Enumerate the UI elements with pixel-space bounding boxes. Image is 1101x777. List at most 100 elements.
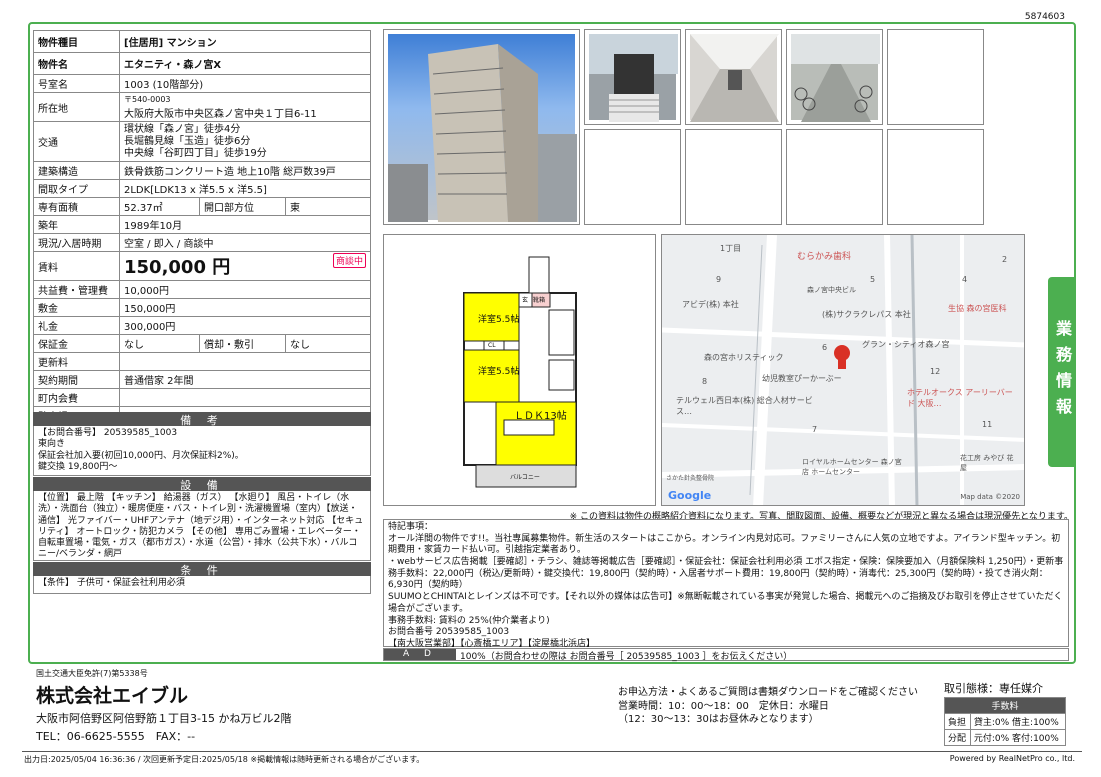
building-photo-image [388, 44, 577, 222]
commission-box: 取引態様：専任媒介 手数料 負担 貸主:0% 借主:100% 分配 元付:0% 客付… [944, 680, 1067, 746]
structure-label: 建築構造 [33, 161, 120, 180]
special-notes: 特記事項： オール洋間の物件です!!。当社専属募集物件。新生活のスタートはここか… [383, 519, 1069, 649]
status-value: 空室 / 即入 / 商談中 [119, 233, 371, 252]
address-value: 〒540-0003 大阪府大阪市中央区森ノ宮中央１丁目6-11 [119, 92, 371, 122]
remarks-line: 東向き [38, 439, 66, 450]
map-label: 花工房 みやび 花屋 [960, 454, 1014, 472]
conditions-header: 条 件 [33, 562, 371, 577]
fee-value: 10,000円 [119, 280, 371, 299]
map-block-number: 5 [870, 275, 876, 284]
ad-label: A D [384, 649, 456, 660]
map-label: 幼児教室ぴーかーぶー [762, 374, 842, 383]
map-label: ロイヤルホームセンター 森ノ宮店 ホームセンター [802, 458, 902, 476]
shikibiki-value: なし [285, 334, 371, 353]
town-fee-value [119, 388, 371, 407]
year-label: 築年 [33, 215, 120, 234]
ldk-label: ＬＤＫ13帖 [514, 411, 567, 422]
name-value: エタニティ・森ノ宮X [119, 52, 371, 75]
remarks-line: 【お問合番号】 20539585_1003 [38, 428, 178, 438]
shoebox-label: 靴箱 [533, 297, 546, 304]
reikin-value: 300,000円 [119, 316, 371, 335]
window-label: 開口部方位 [199, 197, 286, 216]
map-label: グラン・シティオ森ノ宮 [862, 340, 950, 349]
hallway-photo[interactable] [685, 29, 782, 125]
shikikin-label: 敷金 [33, 298, 120, 317]
type-label: 物件種目 [33, 30, 120, 53]
map-block-number: 7 [812, 425, 818, 434]
genkan-label: 玄 [522, 297, 529, 304]
hallway-photo-image [690, 34, 779, 122]
map-attribution: Map data ©2020 [960, 493, 1020, 501]
conditions-text: 【条件】 子供可・保証会社利用必須 [33, 576, 371, 594]
entrance-photo[interactable] [584, 29, 681, 125]
rent-cell: 150,000 円 商談中 [119, 251, 371, 281]
map-block-number: 2 [1002, 255, 1008, 264]
building-photo[interactable] [383, 29, 580, 225]
room-label: 号室名 [33, 74, 120, 93]
remarks-header: 備 考 [33, 412, 371, 427]
commission-table: 手数料 負担 貸主:0% 借主:100% 分配 元付:0% 客付:100% [944, 697, 1067, 746]
traffic-line: 中央線「谷町四丁目」徒歩19分 [124, 147, 267, 159]
bicycle-parking-photo[interactable] [786, 29, 883, 125]
town-fee-label: 町内会費 [33, 388, 120, 407]
window-value: 東 [285, 197, 371, 216]
company-block: 国土交通大臣免許(7)第5338号 株式会社エイブル 大阪市阿倍野区阿倍野筋１丁… [36, 668, 291, 744]
ad-value: 100%（お問合わせの際は お問合番号［ 20539585_1003 ］をお伝え… [460, 652, 793, 662]
room-value: 1003 (10階部分) [119, 74, 371, 93]
rent-label: 賃料 [33, 251, 120, 281]
map-label: 1丁目 [720, 244, 742, 253]
closet-label: CL [488, 342, 496, 349]
layout-value: 2LDK[LDK13 x 洋5.5 x 洋5.5] [119, 179, 371, 198]
shikikin-value: 150,000円 [119, 298, 371, 317]
contract-value: 普通借家 2年間 [119, 370, 371, 389]
map-label: さかた針灸整骨院 [666, 475, 715, 482]
commission-key: 負担 [944, 713, 971, 730]
commission-value: 元付:0% 客付:100% [969, 729, 1067, 746]
floor-plan[interactable]: 洋室5.5帖 洋室5.5帖 ＬＤＫ13帖 バルコニー 玄 靴箱 CL [383, 234, 656, 506]
company-address: 大阪市阿倍野区阿倍野筋１丁目3-15 かね万ビル2階 [36, 712, 292, 725]
status-label: 現況/入居時期 [33, 233, 120, 252]
property-spec-table: 物件種目 [住居用] マンション 物件名 エタニティ・森ノ宮X 号室名 1003 (1… [33, 30, 371, 425]
room1-label: 洋室5.5帖 [478, 315, 520, 325]
rent-value: 150,000 円 [124, 257, 231, 278]
map-label: 生協 森の宮医科 [948, 304, 1007, 313]
layout-label: 間取タイプ [33, 179, 120, 198]
shikibiki-label: 償却・敷引 [199, 334, 286, 353]
commission-header: 手数料 [944, 697, 1066, 714]
traffic-line: 環状線「森ノ宮」徒歩4分 [124, 123, 241, 135]
entrance-photo-image [589, 34, 678, 122]
hosho-label: 保証金 [33, 334, 120, 353]
equipment-text: 【位置】 最上階 【キッチン】 給湯器（ガス） 【水廻り】 風呂・トイレ（水洗）… [33, 491, 371, 561]
floor-plan-drawing [463, 256, 577, 488]
powered-by: Powered by RealNetPro co., ltd. [949, 754, 1075, 763]
type-value: [住居用] マンション [119, 30, 371, 53]
renew-value [119, 352, 371, 371]
location-map[interactable]: 1丁目 むらかみ歯科 アビデ(株) 本社 森ノ宮中央ビル (株)サクラクレパス … [661, 234, 1025, 506]
map-block-number: 8 [702, 377, 708, 386]
company-phone: TEL：06-6625-5555 FAX：-- [36, 730, 196, 743]
contact-line: （12：30～13：30はお昼休みとなります） [618, 714, 819, 725]
address-zip: 〒540-0003 [124, 95, 171, 104]
company-name: 株式会社エイブル [36, 685, 189, 707]
reikin-label: 礼金 [33, 316, 120, 335]
contact-info: お申込方法・よくあるご質問は書類ダウンロードをご確認ください 営業時間：10：0… [618, 686, 918, 727]
map-block-number: 11 [982, 420, 993, 429]
fee-label: 共益費・管理費 [33, 280, 120, 299]
google-logo: Google [668, 489, 712, 502]
photo-slot-empty [786, 129, 883, 225]
balcony-label: バルコニー [510, 474, 540, 481]
business-info-tab[interactable]: 業務情報 [1048, 277, 1076, 467]
remarks-line: 保証会社加入要(初回10,000円、月次保証料2%)。 [38, 450, 244, 461]
traffic-value: 環状線「森ノ宮」徒歩4分 長堀鶴見線「玉造」徒歩6分 中央線「谷町四丁目」徒歩19分 [119, 121, 371, 162]
special-paragraph: お問合番号 20539585_1003 [388, 627, 510, 638]
special-paragraph: オール洋間の物件です!!。当社専属募集物件。新生活のスタートはここから。オンライ… [388, 533, 1061, 556]
area-value: 52.37㎡ [119, 197, 200, 216]
contact-line: 営業時間：10：00～18：00 定休日：水曜日 [618, 700, 829, 712]
traffic-label: 交通 [33, 121, 120, 162]
document-id: 5874603 [1024, 12, 1065, 22]
photo-slot-empty [584, 129, 681, 225]
year-value: 1989年10月 [119, 215, 371, 234]
map-label: むらかみ歯科 [797, 252, 852, 262]
photo-slot-empty [887, 29, 984, 125]
address-label: 所在地 [33, 92, 120, 122]
